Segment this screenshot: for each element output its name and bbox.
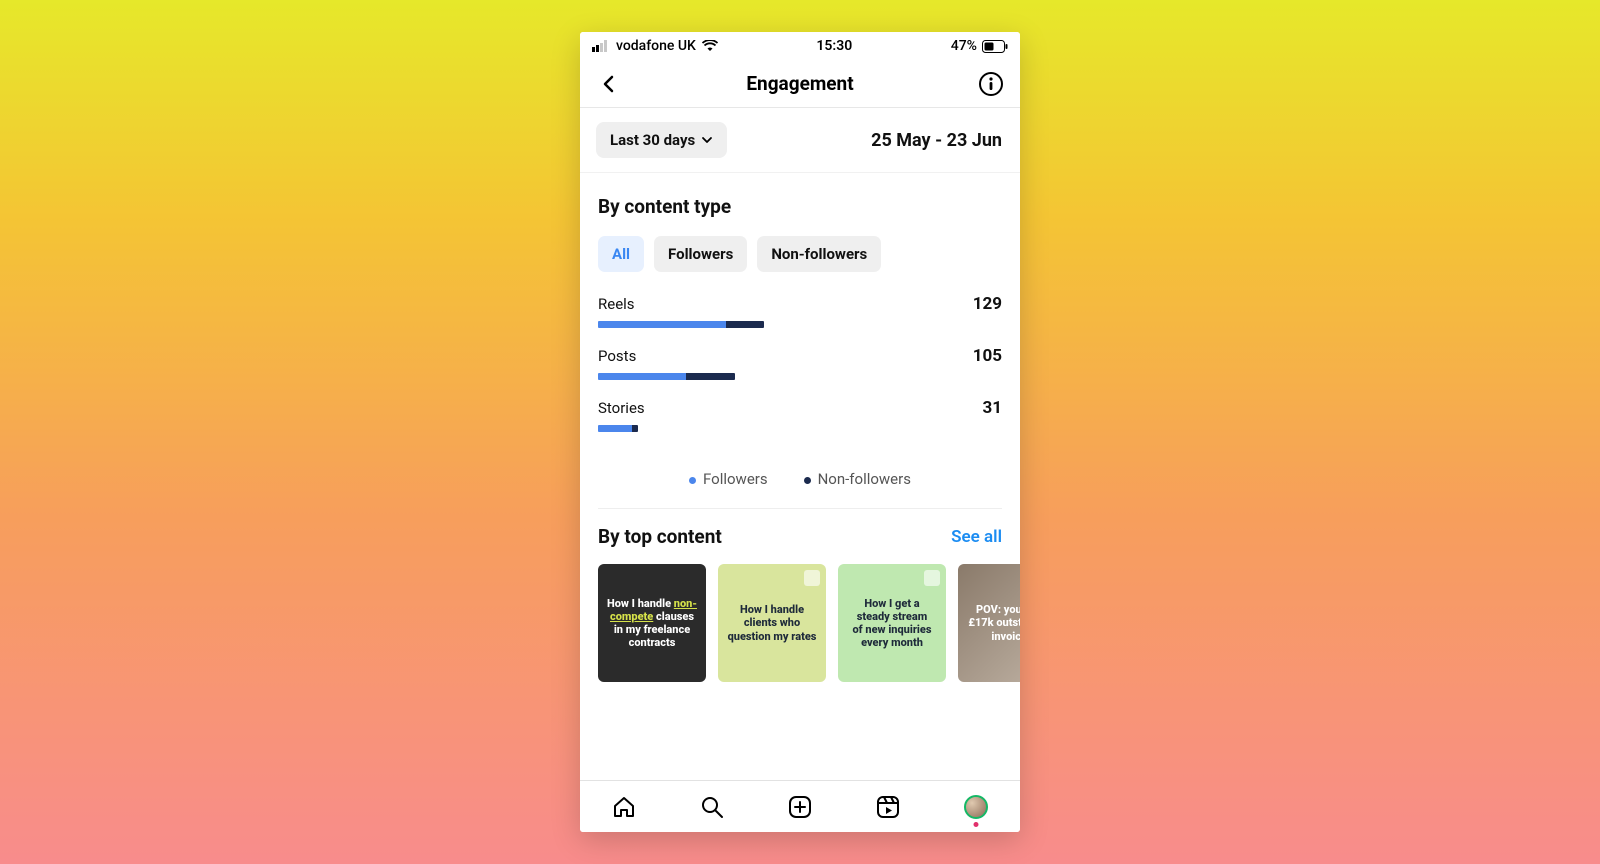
bar-track bbox=[598, 321, 1002, 328]
carousel-icon bbox=[804, 570, 820, 586]
date-range-selector[interactable]: Last 30 days bbox=[596, 122, 727, 158]
home-icon bbox=[611, 794, 637, 820]
bar-value: 105 bbox=[973, 346, 1002, 366]
reels-icon bbox=[875, 794, 901, 820]
date-range-text: 25 May - 23 Jun bbox=[871, 130, 1002, 151]
bar-label: Posts bbox=[598, 347, 636, 365]
top-content-header: By top content See all bbox=[580, 509, 1020, 556]
avatar bbox=[964, 795, 988, 819]
battery-label: 47% bbox=[951, 38, 977, 54]
bar-seg-nonfollowers bbox=[686, 373, 735, 380]
top-content-item[interactable]: How I handle non-compete clauses in my f… bbox=[598, 564, 706, 682]
carousel-icon bbox=[924, 570, 940, 586]
status-bar: vodafone UK 15:30 47% bbox=[580, 32, 1020, 60]
legend-dot-nonfollowers bbox=[804, 477, 811, 484]
bar-value: 129 bbox=[973, 294, 1002, 314]
clock: 15:30 bbox=[816, 38, 852, 54]
see-all-link[interactable]: See all bbox=[951, 527, 1002, 547]
bar-row-reels[interactable]: Reels 129 bbox=[598, 294, 1002, 328]
tab-all[interactable]: All bbox=[598, 236, 644, 272]
tab-search[interactable] bbox=[696, 791, 728, 823]
section-by-content-type: By content type bbox=[580, 173, 1020, 230]
tab-bar bbox=[580, 780, 1020, 832]
chart-legend: Followers Non-followers bbox=[580, 460, 1020, 508]
info-button[interactable] bbox=[976, 69, 1006, 99]
section-by-top-content: By top content bbox=[598, 525, 722, 548]
filter-tabs: All Followers Non-followers bbox=[580, 230, 1020, 286]
chevron-down-icon bbox=[701, 134, 713, 146]
status-left: vodafone UK bbox=[592, 38, 718, 54]
battery-icon bbox=[982, 40, 1008, 53]
date-range-label: Last 30 days bbox=[610, 131, 695, 149]
tab-followers[interactable]: Followers bbox=[654, 236, 747, 272]
bar-seg-followers bbox=[598, 373, 686, 380]
bar-seg-followers bbox=[598, 425, 632, 432]
bar-value: 31 bbox=[982, 398, 1002, 418]
status-right: 47% bbox=[951, 38, 1008, 54]
tab-reels[interactable] bbox=[872, 791, 904, 823]
thumb-caption: POV: you have £17k outstanding invoices bbox=[966, 603, 1020, 643]
top-content-item[interactable]: How I get a steady stream of new inquiri… bbox=[838, 564, 946, 682]
legend-dot-followers bbox=[689, 477, 696, 484]
thumb-caption: How I handle non-compete clauses in my f… bbox=[606, 597, 698, 650]
thumb-caption: How I get a steady stream of new inquiri… bbox=[846, 597, 938, 650]
wifi-icon bbox=[702, 40, 718, 52]
bottom-fade bbox=[580, 770, 1020, 780]
bar-label: Stories bbox=[598, 399, 645, 417]
tab-home[interactable] bbox=[608, 791, 640, 823]
bar-seg-nonfollowers bbox=[632, 425, 638, 432]
tab-create[interactable] bbox=[784, 791, 816, 823]
search-icon bbox=[699, 794, 725, 820]
chevron-left-icon bbox=[600, 75, 618, 93]
bar-seg-followers bbox=[598, 321, 726, 328]
bar-row-stories[interactable]: Stories 31 bbox=[598, 398, 1002, 432]
top-content-list[interactable]: How I handle non-compete clauses in my f… bbox=[580, 556, 1020, 682]
legend-nonfollowers: Non-followers bbox=[804, 470, 911, 488]
legend-nonfollowers-label: Non-followers bbox=[818, 470, 911, 488]
page-title: Engagement bbox=[746, 72, 853, 95]
nav-header: Engagement bbox=[580, 60, 1020, 108]
thumb-caption: How I handle clients who question my rat… bbox=[726, 603, 818, 643]
content-type-chart: Reels 129 Posts 105 Stories 31 bbox=[580, 286, 1020, 460]
signal-icon bbox=[592, 40, 610, 52]
bar-row-posts[interactable]: Posts 105 bbox=[598, 346, 1002, 380]
plus-square-icon bbox=[787, 794, 813, 820]
back-button[interactable] bbox=[594, 69, 624, 99]
phone-screenshot: vodafone UK 15:30 47% Engagement Last 30… bbox=[580, 32, 1020, 832]
carrier-label: vodafone UK bbox=[616, 38, 696, 54]
notification-dot bbox=[974, 822, 979, 827]
legend-followers-label: Followers bbox=[703, 470, 768, 488]
bar-label: Reels bbox=[598, 295, 635, 313]
bar-track bbox=[598, 373, 1002, 380]
legend-followers: Followers bbox=[689, 470, 768, 488]
top-content-item[interactable]: How I handle clients who question my rat… bbox=[718, 564, 826, 682]
tab-non-followers[interactable]: Non-followers bbox=[757, 236, 881, 272]
date-range-row: Last 30 days 25 May - 23 Jun bbox=[580, 108, 1020, 173]
top-content-item[interactable]: POV: you have £17k outstanding invoices bbox=[958, 564, 1020, 682]
info-icon bbox=[978, 71, 1004, 97]
bar-track bbox=[598, 425, 1002, 432]
tab-profile[interactable] bbox=[960, 791, 992, 823]
bar-seg-nonfollowers bbox=[726, 321, 764, 328]
